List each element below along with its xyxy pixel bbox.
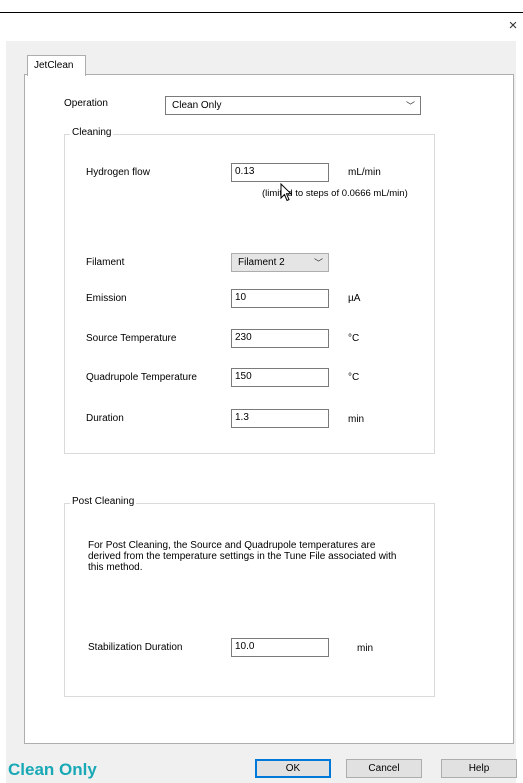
post-cleaning-group xyxy=(64,503,435,697)
source-temperature-unit: °C xyxy=(348,333,360,344)
window-top-border xyxy=(0,12,523,13)
status-text: Clean Only xyxy=(8,760,97,779)
stabilization-duration-input[interactable]: 10.0 xyxy=(231,638,329,657)
operation-label: Operation xyxy=(64,98,108,109)
duration-unit: min xyxy=(348,414,365,425)
tab-jetclean[interactable]: JetClean xyxy=(27,55,86,76)
quadrupole-temperature-label: Quadrupole Temperature xyxy=(86,372,197,383)
chevron-down-icon: ﹀ xyxy=(313,258,323,268)
filament-dropdown[interactable]: Filament 2 ﹀ xyxy=(231,253,329,272)
emission-unit: µA xyxy=(348,293,361,304)
quadrupole-temperature-input[interactable]: 150 xyxy=(231,368,329,387)
stabilization-duration-label: Stabilization Duration xyxy=(88,642,183,653)
emission-input[interactable]: 10 xyxy=(231,289,329,308)
source-temperature-input[interactable]: 230 xyxy=(231,329,329,348)
close-icon[interactable]: × xyxy=(506,18,520,33)
tab-label: JetClean xyxy=(34,60,74,71)
quadrupole-temperature-unit: °C xyxy=(348,372,360,383)
operation-value: Clean Only xyxy=(172,100,222,111)
help-button[interactable]: Help xyxy=(441,759,517,778)
duration-input[interactable]: 1.3 xyxy=(231,409,329,428)
filament-label: Filament xyxy=(86,257,125,268)
hydrogen-flow-input[interactable]: 0.13 xyxy=(231,163,329,182)
hydrogen-flow-label: Hydrogen flow xyxy=(86,167,150,178)
operation-dropdown[interactable]: Clean Only ﹀ xyxy=(165,96,421,115)
hydrogen-flow-unit: mL/min xyxy=(348,167,381,178)
post-cleaning-description: For Post Cleaning, the Source and Quadru… xyxy=(88,540,397,573)
cancel-button[interactable]: Cancel xyxy=(346,759,422,778)
emission-label: Emission xyxy=(86,293,127,304)
post-cleaning-group-title: Post Cleaning xyxy=(70,496,137,507)
stabilization-duration-unit: min xyxy=(357,643,374,654)
mouse-cursor-icon xyxy=(280,183,292,202)
source-temperature-label: Source Temperature xyxy=(86,333,177,344)
ok-button[interactable]: OK xyxy=(255,759,331,778)
cleaning-group-title: Cleaning xyxy=(70,127,114,138)
chevron-down-icon: ﹀ xyxy=(405,101,415,111)
duration-label: Duration xyxy=(86,413,124,424)
filament-value: Filament 2 xyxy=(238,257,285,268)
